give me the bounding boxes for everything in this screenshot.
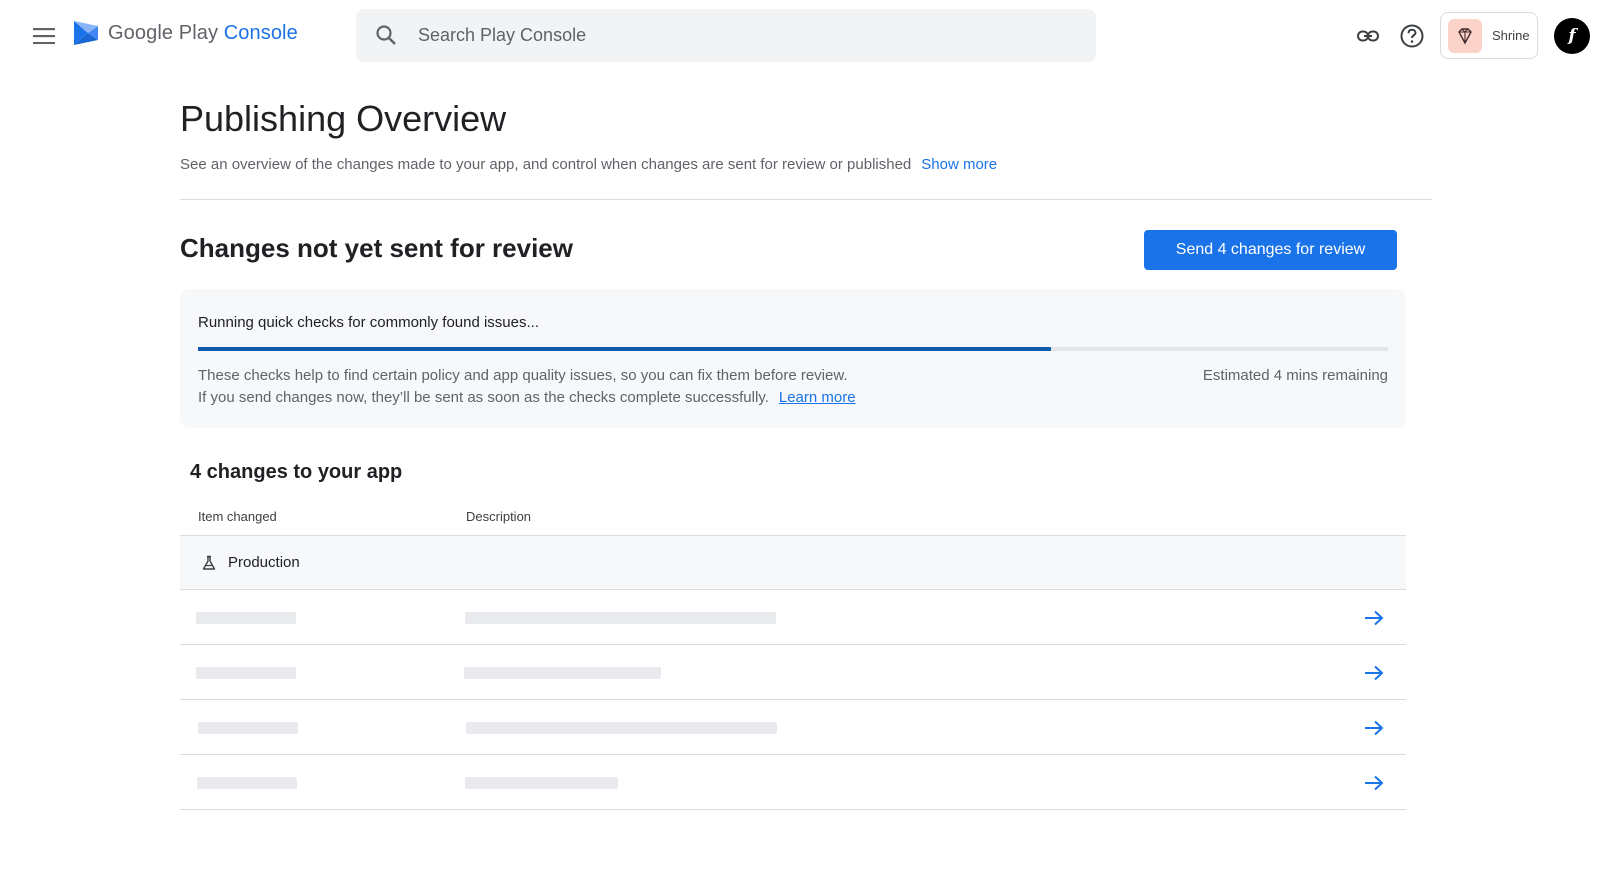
table-header: Item changed Description bbox=[180, 500, 1406, 536]
changes-table: Item changed Description Production bbox=[180, 500, 1406, 810]
table-row[interactable] bbox=[180, 700, 1406, 755]
production-icon bbox=[200, 554, 218, 572]
skeleton-item bbox=[196, 667, 296, 679]
app-selector[interactable]: Shrine bbox=[1440, 12, 1538, 59]
table-row[interactable] bbox=[180, 590, 1406, 645]
changes-title: 4 changes to your app bbox=[190, 461, 403, 483]
progress-fill bbox=[198, 347, 1052, 351]
column-header-item: Item changed bbox=[198, 509, 277, 524]
skeleton-description bbox=[465, 777, 618, 789]
search-bar[interactable] bbox=[356, 9, 1096, 62]
checks-status: Running quick checks for commonly found … bbox=[198, 314, 539, 331]
page-subtitle: See an overview of the changes made to y… bbox=[180, 156, 998, 173]
arrow-right-icon[interactable] bbox=[1362, 771, 1386, 795]
show-more-link[interactable]: Show more bbox=[921, 156, 997, 173]
help-icon[interactable] bbox=[1398, 22, 1426, 50]
page-title: Publishing Overview bbox=[180, 98, 507, 139]
skeleton-item bbox=[196, 612, 296, 624]
menu-icon[interactable] bbox=[28, 20, 60, 52]
arrow-right-icon[interactable] bbox=[1362, 661, 1386, 685]
skeleton-description bbox=[466, 722, 777, 734]
column-header-description: Description bbox=[466, 509, 532, 524]
send-for-review-button[interactable]: Send 4 changes for review bbox=[1144, 230, 1397, 270]
shrine-diamond-icon bbox=[1448, 18, 1482, 53]
learn-more-link[interactable]: Learn more bbox=[779, 389, 856, 406]
skeleton-description bbox=[464, 667, 661, 679]
logo-text: Google Play Console bbox=[108, 21, 298, 44]
skeleton-description bbox=[465, 612, 776, 624]
checks-description: These checks help to find certain policy… bbox=[198, 367, 848, 384]
section-title: Changes not yet sent for review bbox=[180, 233, 573, 263]
checks-note: If you send changes now, they’ll be sent… bbox=[198, 389, 856, 406]
play-console-logo[interactable]: Google Play Console bbox=[72, 18, 298, 48]
table-row[interactable] bbox=[180, 755, 1406, 810]
link-icon[interactable] bbox=[1354, 22, 1382, 50]
progress-bar bbox=[198, 347, 1388, 351]
table-row[interactable] bbox=[180, 645, 1406, 700]
top-app-bar: Google Play Console Shrine f bbox=[0, 0, 1600, 70]
app-name: Shrine bbox=[1492, 28, 1530, 43]
skeleton-item bbox=[197, 777, 297, 789]
avatar[interactable]: f bbox=[1554, 18, 1590, 54]
skeleton-item bbox=[198, 722, 298, 734]
group-label: Production bbox=[228, 554, 300, 571]
arrow-right-icon[interactable] bbox=[1362, 606, 1386, 630]
quick-checks-card: Running quick checks for commonly found … bbox=[180, 289, 1406, 428]
group-row-production: Production bbox=[180, 536, 1406, 590]
divider bbox=[180, 199, 1432, 200]
search-input[interactable] bbox=[418, 9, 1078, 62]
arrow-right-icon[interactable] bbox=[1362, 716, 1386, 740]
search-icon bbox=[374, 23, 398, 47]
time-remaining: Estimated 4 mins remaining bbox=[1202, 367, 1388, 384]
play-logo-icon bbox=[74, 21, 98, 45]
